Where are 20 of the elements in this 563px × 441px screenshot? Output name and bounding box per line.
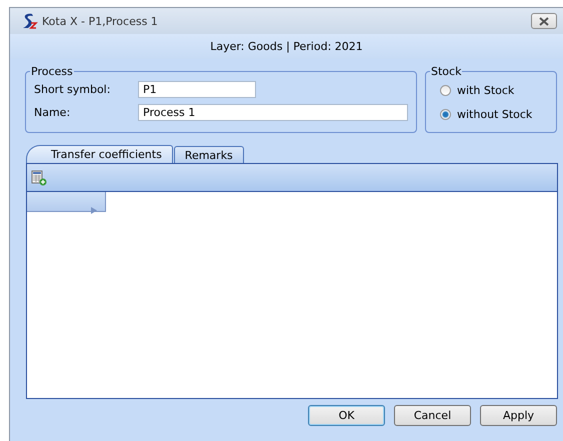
field-label: Name: — [34, 106, 72, 119]
group-title: Process — [30, 65, 74, 78]
input-field[interactable]: Process 1 — [138, 104, 408, 121]
radio-button[interactable] — [440, 108, 451, 120]
radio-label: without Stock — [457, 108, 532, 120]
window-title: Kota X - P1,Process 1 — [42, 14, 159, 28]
radio-label: with Stock — [457, 84, 514, 96]
field-label: Short symbol: — [34, 83, 112, 96]
tab[interactable]: Remarks — [174, 146, 244, 163]
dialog-button[interactable]: OK — [308, 405, 385, 426]
radio-button[interactable] — [440, 84, 451, 96]
add-table-icon[interactable] — [31, 170, 47, 186]
dialog-button[interactable]: Apply — [480, 405, 557, 426]
close-button[interactable] — [531, 13, 557, 29]
layer-period-label: Layer: Goods | Period: 2021 — [210, 40, 363, 53]
dialog-button[interactable]: Cancel — [394, 405, 471, 426]
group-title: Stock — [430, 65, 462, 78]
input-field[interactable]: P1 — [138, 81, 256, 98]
tab[interactable]: Transfer coefficients — [26, 145, 173, 163]
close-icon[interactable] — [539, 16, 549, 26]
